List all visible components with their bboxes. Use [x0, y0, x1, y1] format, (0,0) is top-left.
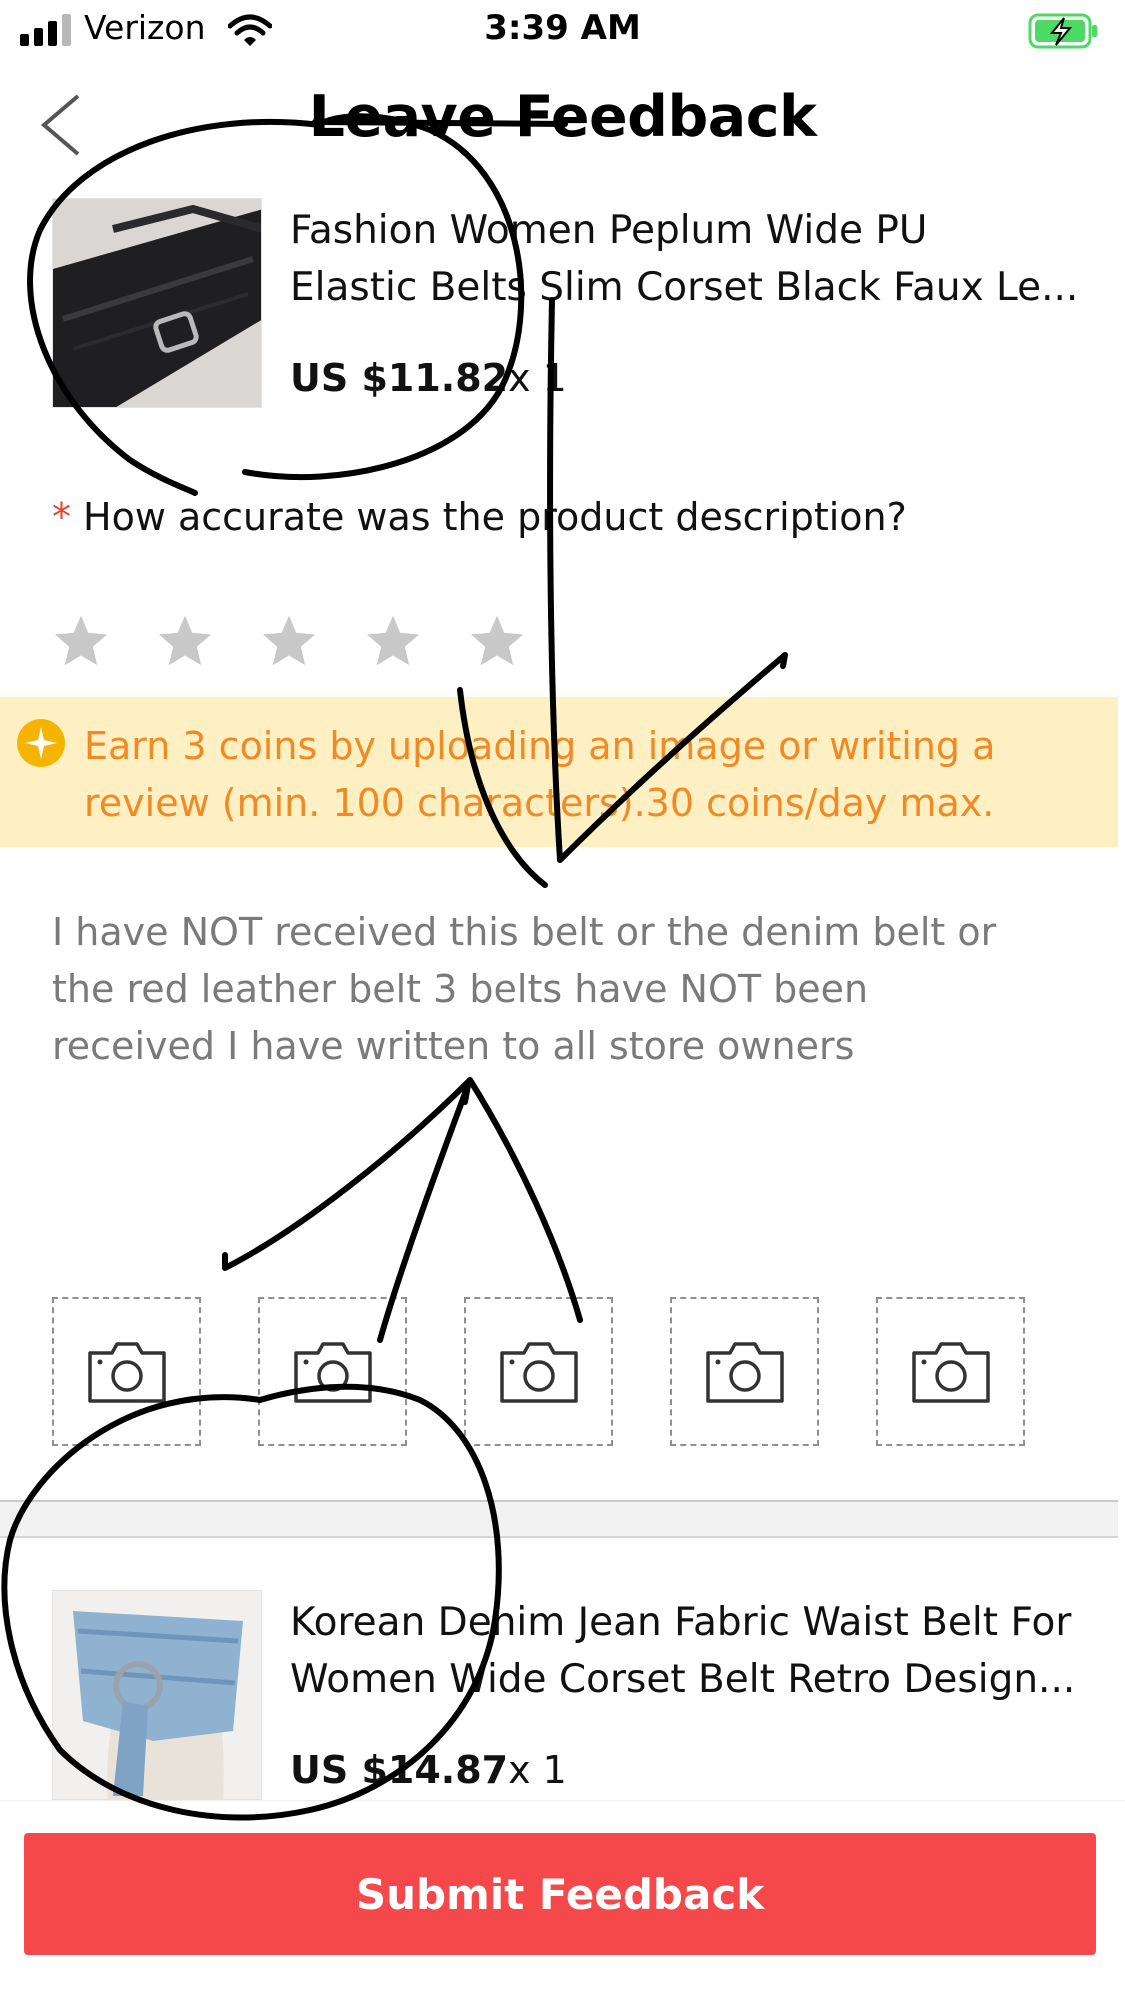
product-2-price: US $14.87x 1	[290, 1748, 567, 1792]
camera-icon	[87, 1341, 166, 1403]
coins-info-text: Earn 3 coins by uploading an image or wr…	[84, 718, 1084, 832]
product-1-price-value: US $11.82	[290, 356, 509, 400]
star-rating	[52, 612, 526, 670]
star-icon-3[interactable]	[260, 612, 318, 670]
product-1-title[interactable]: Fashion Women Peplum Wide PU Elastic Bel…	[290, 202, 1110, 316]
status-time: 3:39 AM	[484, 8, 641, 48]
battery-charging-icon	[1028, 13, 1097, 49]
star-icon-1[interactable]	[52, 612, 110, 670]
product-1-thumbnail[interactable]	[52, 198, 262, 408]
product-2-title[interactable]: Korean Denim Jean Fabric Waist Belt For …	[290, 1594, 1110, 1708]
product-2-price-value: US $14.87	[290, 1748, 509, 1792]
rating-question-text: How accurate was the product description…	[83, 495, 907, 539]
submit-feedback-button[interactable]: Submit Feedback	[24, 1833, 1096, 1955]
page-title: Leave Feedback	[308, 84, 817, 150]
review-line3: received I have written to all store own…	[52, 1024, 855, 1068]
rating-question: * How accurate was the product descriptio…	[52, 495, 907, 539]
product-1-title-line1: Fashion Women Peplum Wide PU	[290, 208, 928, 253]
required-asterisk: *	[52, 495, 71, 539]
photo-upload-row	[52, 1297, 1025, 1446]
camera-icon	[499, 1341, 578, 1403]
star-icon-2[interactable]	[156, 612, 214, 670]
coin-icon	[17, 719, 65, 767]
photo-upload-slot-5[interactable]	[876, 1297, 1025, 1446]
coins-info-line1: Earn 3 coins by uploading an image or wr…	[84, 724, 996, 768]
photo-upload-slot-3[interactable]	[464, 1297, 613, 1446]
product-2-title-line2: Women Wide Corset Belt Retro Design...	[290, 1657, 1076, 1702]
coins-info-line2: review (min. 100 characters).30 coins/da…	[84, 781, 995, 825]
review-textarea[interactable]: I have NOT received this belt or the den…	[52, 904, 1032, 1075]
product-1-price: US $11.82x 1	[290, 356, 567, 400]
camera-icon	[293, 1341, 372, 1403]
photo-upload-slot-1[interactable]	[52, 1297, 201, 1446]
photo-upload-slot-4[interactable]	[670, 1297, 819, 1446]
photo-upload-slot-2[interactable]	[258, 1297, 407, 1446]
star-icon-4[interactable]	[364, 612, 422, 670]
product-2-thumbnail[interactable]	[52, 1590, 262, 1800]
review-line2: the red leather belt 3 belts have NOT be…	[52, 967, 869, 1011]
black-belt-image	[53, 199, 261, 407]
denim-belt-image	[53, 1591, 261, 1799]
product-1-title-line2: Elastic Belts Slim Corset Black Faux Le.…	[290, 265, 1079, 310]
star-icon-5[interactable]	[468, 612, 526, 670]
camera-icon	[911, 1341, 990, 1403]
section-divider	[0, 1500, 1118, 1538]
review-line1: I have NOT received this belt or the den…	[52, 910, 997, 954]
camera-icon	[705, 1341, 784, 1403]
product-1-qty: x 1	[508, 356, 567, 400]
product-2-title-line1: Korean Denim Jean Fabric Waist Belt For	[290, 1600, 1072, 1645]
product-2-qty: x 1	[508, 1748, 567, 1792]
